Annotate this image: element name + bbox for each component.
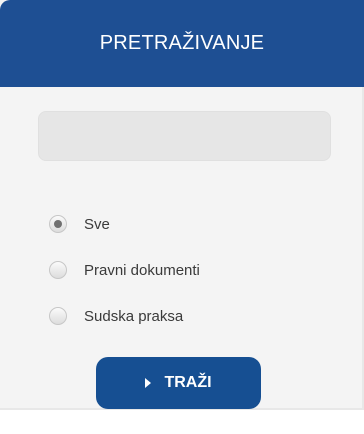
search-scope-radio-group: Sve Pravni dokumenti Sudska praksa — [49, 201, 200, 339]
radio-label: Sve — [84, 215, 110, 233]
search-panel: PRETRAŽIVANJE Sve Pravni dokumenti Sudsk… — [0, 0, 364, 410]
radio-button[interactable] — [49, 307, 67, 325]
radio-label: Pravni dokumenti — [84, 261, 200, 279]
play-arrow-icon — [145, 378, 152, 388]
radio-option-sudska-praksa[interactable]: Sudska praksa — [49, 293, 200, 339]
radio-label: Sudska praksa — [84, 307, 184, 325]
radio-button[interactable] — [49, 215, 67, 233]
panel-header: PRETRAŽIVANJE — [0, 0, 364, 87]
search-button-label: TRAŽI — [164, 374, 212, 391]
radio-option-pravni-dokumenti[interactable]: Pravni dokumenti — [49, 247, 200, 293]
radio-button[interactable] — [49, 261, 67, 279]
panel-title: PRETRAŽIVANJE — [99, 32, 265, 54]
search-input[interactable] — [38, 111, 331, 161]
radio-option-sve[interactable]: Sve — [49, 201, 200, 247]
search-button[interactable]: TRAŽI — [96, 357, 261, 409]
